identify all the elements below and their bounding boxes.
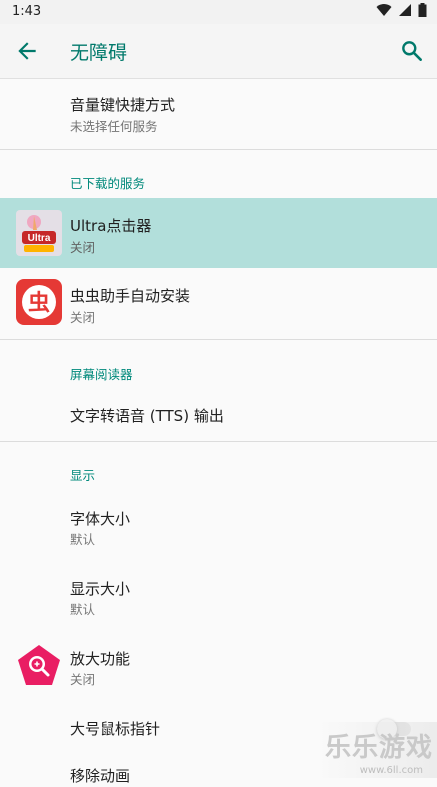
section-header-display: 显示 [70,468,96,483]
wifi-icon [376,4,392,17]
magnification-subtitle: 关闭 [70,672,96,687]
tts-output-title: 文字转语音 (TTS) 输出 [70,407,224,425]
volume-shortcut-item[interactable]: 音量键快捷方式 未选择任何服务 [0,79,437,149]
font-size-subtitle: 默认 [70,532,96,547]
divider [0,339,437,340]
section-header-screen-reader: 屏幕阅读器 [70,367,133,382]
status-time: 1:43 [12,4,42,19]
signal-icon [399,4,411,16]
search-icon[interactable] [399,38,425,64]
status-bar: 1:43 [0,0,437,24]
watermark-url: www.6ll.com [359,765,423,776]
display-size-subtitle: 默认 [70,602,96,617]
status-icons [376,3,427,17]
tts-output-item[interactable]: 文字转语音 (TTS) 输出 [0,389,437,439]
magnify-icon [16,643,62,689]
font-size-item[interactable]: 字体大小 默认 [0,491,437,561]
chongchong-item[interactable]: 虫 虫虫助手自动安装 关闭 [0,268,437,338]
volume-shortcut-subtitle: 未选择任何服务 [70,119,158,134]
large-pointer-title: 大号鼠标指针 [70,720,161,738]
chongchong-subtitle: 关闭 [70,310,96,325]
volume-shortcut-title: 音量键快捷方式 [70,96,176,114]
divider [0,441,437,442]
battery-icon [418,3,427,17]
chongchong-icon-text: 虫 [28,290,50,316]
ultra-clicker-icon: Ultra [16,210,62,256]
magnification-title: 放大功能 [70,650,131,668]
font-size-title: 字体大小 [70,510,131,528]
display-size-item[interactable]: 显示大小 默认 [0,561,437,631]
app-bar: 无障碍 [0,24,437,79]
page-title: 无障碍 [70,42,128,64]
magnification-item[interactable]: 放大功能 关闭 [0,631,437,701]
ultra-icon-text: Ultra [28,233,51,244]
chongchong-title: 虫虫助手自动安装 [70,287,191,305]
display-size-title: 显示大小 [70,580,131,598]
ultra-clicker-item[interactable]: Ultra Ultra点击器 关闭 [0,198,437,268]
remove-animations-title: 移除动画 [70,767,131,785]
ultra-clicker-subtitle: 关闭 [70,240,96,255]
watermark-text: 乐乐游戏 [324,733,433,763]
chongchong-icon: 虫 [16,279,62,325]
watermark: 乐乐游戏 www.6ll.com [317,722,437,778]
ultra-clicker-title: Ultra点击器 [70,217,152,235]
back-arrow-icon[interactable] [14,38,40,64]
section-header-downloaded: 已下载的服务 [70,176,146,191]
divider [0,149,437,150]
